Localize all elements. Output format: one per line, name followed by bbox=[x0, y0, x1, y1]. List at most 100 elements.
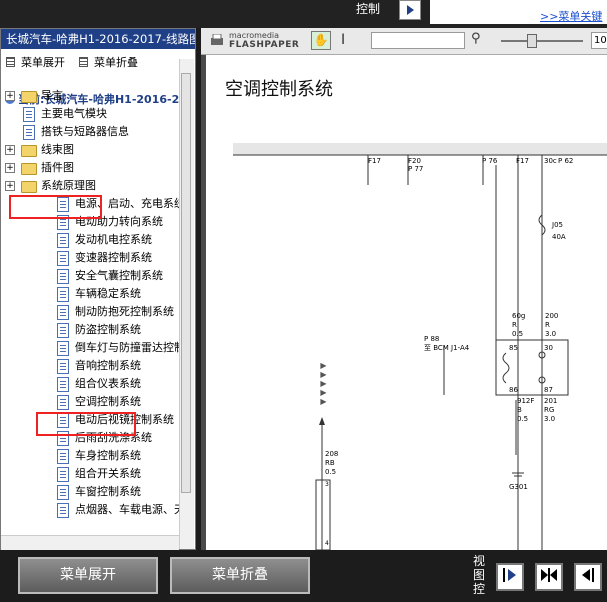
tree-item[interactable]: 发动机电控系统 bbox=[1, 231, 179, 249]
tree-item[interactable]: 制动防抱死控制系统 bbox=[1, 303, 179, 321]
side-label: ▶▶▶▶▶ bbox=[319, 361, 328, 406]
connector-label: P 88 至 BCM J1-A4 bbox=[424, 335, 470, 352]
tree-item-label: 搭铁与短路器信息 bbox=[41, 125, 129, 138]
pin-label: 3 bbox=[325, 481, 329, 488]
document-icon bbox=[57, 485, 69, 500]
zoom-slider-knob[interactable] bbox=[527, 34, 537, 48]
next-arrow-button[interactable] bbox=[399, 0, 421, 20]
document-icon bbox=[57, 359, 69, 374]
document-icon bbox=[57, 269, 69, 284]
document-icon bbox=[57, 323, 69, 338]
tree-item[interactable]: 空调控制系统 bbox=[1, 393, 179, 411]
document-icon bbox=[23, 125, 35, 140]
hand-tool-icon[interactable]: ✋ bbox=[311, 31, 331, 50]
arrow-right-icon bbox=[407, 5, 414, 15]
zoom-slider[interactable] bbox=[501, 40, 583, 42]
folder-icon bbox=[21, 163, 37, 175]
wire-label: 200 R 3.0 bbox=[545, 312, 559, 338]
expand-all-link[interactable]: 菜单展开 bbox=[6, 54, 65, 70]
collapse-menu-button[interactable]: 菜单折叠 bbox=[170, 557, 310, 594]
tree-item-label: 插件图 bbox=[41, 161, 74, 174]
tree-item-label: 制动防抱死控制系统 bbox=[75, 305, 174, 318]
highlight-box bbox=[36, 412, 136, 436]
tree-item-label: 车窗控制系统 bbox=[75, 485, 141, 498]
document-icon bbox=[57, 503, 69, 518]
expand-toggle-icon[interactable]: + bbox=[5, 163, 15, 173]
tree-item[interactable]: 搭铁与短路器信息 bbox=[1, 123, 179, 141]
pin-label: 30 bbox=[544, 344, 553, 352]
collapse-all-link[interactable]: 菜单折叠 bbox=[79, 54, 138, 70]
tree-item-label: 线束图 bbox=[41, 143, 74, 156]
tree-item[interactable]: 车身控制系统 bbox=[1, 447, 179, 465]
tree-item[interactable]: 防盗控制系统 bbox=[1, 321, 179, 339]
arrow-left-icon bbox=[582, 568, 594, 582]
tree-item-label: 安全气囊控制系统 bbox=[75, 269, 163, 282]
tree-item[interactable]: + 插件图 bbox=[1, 159, 179, 177]
document-icon bbox=[23, 107, 35, 122]
search-input[interactable] bbox=[371, 32, 465, 49]
control-label: 控制 bbox=[356, 2, 381, 16]
expand-menu-button[interactable]: 菜单展开 bbox=[18, 557, 158, 594]
tree-item-label: 防盗控制系统 bbox=[75, 323, 141, 336]
highlight-box bbox=[9, 195, 102, 219]
view-prev-button[interactable] bbox=[574, 563, 602, 591]
wire-label: 60g R 0.5 bbox=[512, 312, 526, 338]
tree-item[interactable]: 音响控制系统 bbox=[1, 357, 179, 375]
tree-item-label: 组合开关系统 bbox=[75, 467, 141, 480]
ground-label: G301 bbox=[509, 483, 528, 491]
logo-text: FLASHPAPER bbox=[229, 40, 300, 50]
menu-keyword-link[interactable]: >>菜单关键 bbox=[540, 8, 602, 24]
tree-item-label: 音响控制系统 bbox=[75, 359, 141, 372]
schematic-label: P 76 bbox=[482, 157, 498, 165]
folder-icon bbox=[21, 91, 37, 103]
pin-label: 4 bbox=[325, 540, 329, 547]
tree-item[interactable]: 车辆稳定系统 bbox=[1, 285, 179, 303]
schematic-label: 40A bbox=[552, 233, 566, 241]
schematic-label: F17 bbox=[368, 157, 381, 165]
tree-item[interactable]: 组合开关系统 bbox=[1, 465, 179, 483]
zoom-value[interactable]: 10 bbox=[591, 32, 607, 49]
text-cursor-icon[interactable]: I bbox=[341, 32, 345, 48]
sidebar: 长城汽车-哈弗H1-2016-2017-线路图 菜单展开 菜单折叠 当前:长城汽… bbox=[0, 28, 196, 550]
tree-item[interactable]: 变速器控制系统 bbox=[1, 249, 179, 267]
horizontal-scrollbar[interactable] bbox=[1, 535, 179, 550]
tree-item-label: 点烟器、车载电源、天窗 bbox=[75, 503, 179, 516]
folder-icon bbox=[21, 145, 37, 157]
list-icon bbox=[79, 57, 88, 67]
tree-item-label: 车辆稳定系统 bbox=[75, 287, 141, 300]
tree-item-label: 组合仪表系统 bbox=[75, 377, 141, 390]
tree-item[interactable]: 安全气囊控制系统 bbox=[1, 267, 179, 285]
tree-item-label: 系统原理图 bbox=[41, 179, 96, 192]
print-icon[interactable] bbox=[209, 34, 225, 48]
document-icon bbox=[57, 377, 69, 392]
tree-item[interactable]: 点烟器、车载电源、天窗 bbox=[1, 501, 179, 519]
wire-label: 208 RB 0.5 bbox=[325, 450, 339, 476]
schematic-label: P 77 bbox=[408, 165, 424, 173]
expand-toggle-icon[interactable]: + bbox=[5, 145, 15, 155]
tree-item[interactable]: 车窗控制系统 bbox=[1, 483, 179, 501]
tree-item[interactable]: 主要电气模块 bbox=[1, 105, 179, 123]
view-split-button[interactable] bbox=[535, 563, 563, 591]
sidebar-title: 长城汽车-哈弗H1-2016-2017-线路图 bbox=[1, 29, 195, 49]
document-icon bbox=[57, 395, 69, 410]
schematic-label: P 62 bbox=[558, 157, 574, 165]
view-next-button[interactable] bbox=[496, 563, 524, 591]
folder-open-icon bbox=[21, 181, 37, 193]
expand-toggle-icon[interactable]: + bbox=[5, 181, 15, 191]
tree-item[interactable]: + 线束图 bbox=[1, 141, 179, 159]
wiring-schematic bbox=[233, 143, 607, 550]
tree-item[interactable]: + 导言 bbox=[1, 87, 179, 105]
schematic-label: F20 bbox=[408, 157, 421, 165]
document-page: 空调控制系统 F17 F20 P 77 P 76 F17 30c P 62 J0… bbox=[206, 55, 607, 550]
scrollbar-thumb[interactable] bbox=[181, 73, 191, 493]
tree-item[interactable]: 倒车灯与防撞雷达控制系 bbox=[1, 339, 179, 357]
viewer-toolbar: macromedia FLASHPAPER ✋ I ⚲ 10 bbox=[201, 28, 607, 55]
logo-text: macromedia bbox=[229, 31, 280, 40]
tree-item[interactable]: + 系统原理图 bbox=[1, 177, 179, 195]
tree-item[interactable]: 组合仪表系统 bbox=[1, 375, 179, 393]
schematic-label: F17 bbox=[516, 157, 529, 165]
document-area[interactable]: 空调控制系统 F17 F20 P 77 P 76 F17 30c P 62 J0… bbox=[201, 55, 607, 550]
expand-toggle-icon[interactable]: + bbox=[5, 91, 15, 101]
pin-label: 86 bbox=[509, 386, 518, 394]
search-icon[interactable]: ⚲ bbox=[471, 31, 481, 46]
